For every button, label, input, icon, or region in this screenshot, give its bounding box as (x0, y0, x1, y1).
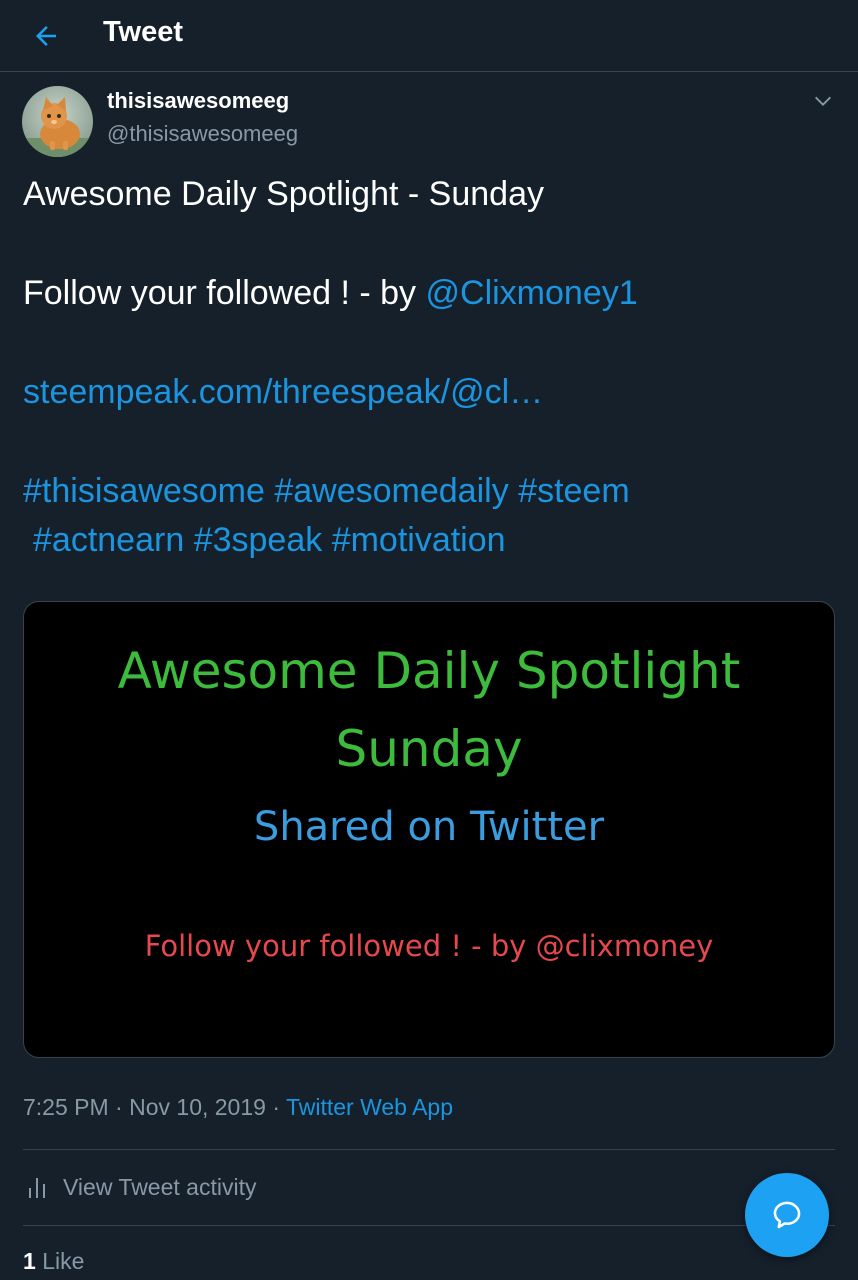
top-bar: Tweet (0, 0, 858, 72)
hashtag-link[interactable]: #thisisawesome (23, 472, 265, 510)
tweet-meta: 7:25 PM · Nov 10, 2019 · Twitter Web App (23, 1094, 453, 1121)
tweet-date: Nov 10, 2019 (129, 1094, 266, 1120)
like-label: Like (42, 1248, 85, 1274)
bar-chart-icon (29, 1178, 45, 1198)
divider (23, 1225, 835, 1226)
kitten-avatar-icon (22, 86, 93, 157)
url-link[interactable]: steempeak.com/threespeak/@cl… (23, 372, 543, 412)
media-day: Sunday (335, 720, 523, 778)
hashtag-link[interactable]: #actnearn (33, 521, 184, 559)
meta-separator: · (265, 1094, 286, 1120)
hashtag-link[interactable]: #steem (518, 472, 630, 510)
back-button[interactable] (28, 18, 64, 54)
hashtag-link[interactable]: #3speak (194, 521, 323, 559)
reply-button[interactable] (745, 1173, 829, 1257)
hashtag-row: #actnearn #3speak #motivation (33, 520, 506, 560)
chevron-down-icon (815, 96, 831, 106)
tweet-time: 7:25 PM (23, 1094, 109, 1120)
tweet-text-line: Awesome Daily Spotlight - Sunday (23, 175, 544, 213)
media-title: Awesome Daily Spotlight (117, 642, 741, 700)
media-credit: Follow your followed ! - by @clixmoney (144, 929, 714, 963)
avatar[interactable] (22, 86, 93, 157)
tweet-media-image[interactable]: Awesome Daily Spotlight Sunday Shared on… (23, 601, 835, 1058)
like-count-number: 1 (23, 1248, 36, 1274)
divider (23, 1149, 835, 1150)
tweet-text: Follow your followed ! - by (23, 274, 426, 312)
arrow-left-icon (36, 26, 56, 46)
hashtag-row: #thisisawesome #awesomedaily #steem (23, 471, 630, 511)
media-subtitle: Shared on Twitter (253, 804, 605, 850)
hashtag-link[interactable]: #awesomedaily (274, 472, 508, 510)
meta-separator: · (108, 1094, 130, 1120)
reply-bubble-icon (773, 1201, 801, 1229)
view-tweet-activity-button[interactable]: View Tweet activity (27, 1170, 256, 1204)
tweet-text-line: Follow your followed ! - by @Clixmoney1 (23, 273, 638, 313)
activity-label: View Tweet activity (63, 1173, 257, 1200)
hashtag-link[interactable]: #motivation (332, 521, 506, 559)
source-link[interactable]: Twitter Web App (286, 1094, 453, 1120)
author-display-name[interactable]: thisisawesomeeg (107, 88, 289, 114)
page-title: Tweet (103, 16, 184, 48)
mention-link[interactable]: @Clixmoney1 (426, 274, 638, 312)
likes-count[interactable]: 1 Like (23, 1248, 84, 1275)
tweet-menu-button[interactable] (808, 86, 838, 116)
author-handle[interactable]: @thisisawesomeeg (107, 121, 298, 147)
